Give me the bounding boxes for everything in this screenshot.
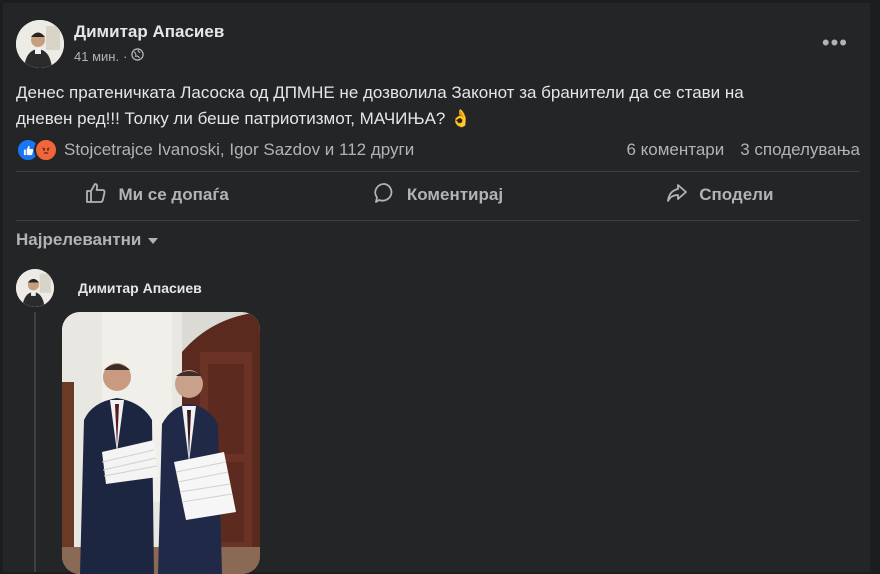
right-edge — [870, 0, 880, 572]
like-label: Ми се допаѓа — [118, 185, 229, 204]
share-label: Сподели — [699, 185, 774, 204]
share-button[interactable]: Сподели — [579, 172, 860, 218]
left-edge — [0, 0, 3, 572]
top-edge — [0, 0, 880, 3]
comment-photo[interactable] — [62, 312, 260, 574]
post-actions: Ми се допаѓа Коментирај Сподели — [16, 172, 860, 218]
comment-author-name[interactable]: Димитар Апасиев — [78, 280, 202, 296]
divider-bottom — [16, 220, 860, 221]
share-icon — [665, 181, 689, 210]
reply-thread-line — [34, 312, 36, 572]
post-text: Денес пратеничката Ласоска од ДПМНЕ не д… — [16, 80, 836, 132]
reaction-names[interactable]: Stojcetrajce Ivanoski, Igor Sazdov и 112… — [64, 140, 414, 160]
globe-icon — [131, 48, 145, 64]
chevron-down-icon — [147, 230, 159, 250]
comment-author-avatar[interactable] — [16, 269, 54, 307]
sort-label: Најрелевантни — [16, 230, 142, 249]
author-avatar[interactable] — [16, 20, 64, 68]
post-time[interactable]: 41 мин. — [74, 49, 119, 64]
thumbs-up-icon — [84, 181, 108, 210]
angry-reaction-icon — [34, 138, 58, 162]
comment-label: Коментирај — [406, 185, 504, 204]
post-author-name[interactable]: Димитар Апасиев — [74, 22, 224, 42]
post-card: Димитар Апасиев 41 мин. · ••• Денес прат… — [0, 0, 880, 574]
comment-button[interactable]: Коментирај — [297, 172, 578, 218]
reactions-summary[interactable]: Stojcetrajce Ivanoski, Igor Sazdov и 112… — [16, 138, 414, 162]
post-text-line2: дневен ред!!! Толку ли беше патриотизмот… — [16, 109, 446, 128]
post-meta: 41 мин. · — [74, 48, 145, 64]
comment-icon — [373, 181, 397, 210]
ok-hand-emoji: 👌 — [450, 109, 472, 128]
post-text-line1: Денес пратеничката Ласоска од ДПМНЕ не д… — [16, 83, 744, 102]
like-button[interactable]: Ми се допаѓа — [16, 172, 297, 218]
engagement-counts: 6 коментари 3 споделувања — [626, 140, 860, 160]
comment-sort-dropdown[interactable]: Најрелевантни — [16, 230, 159, 250]
meta-separator: · — [123, 48, 128, 64]
more-icon[interactable]: ••• — [822, 30, 848, 56]
comments-count[interactable]: 6 коментари — [626, 140, 724, 160]
shares-count[interactable]: 3 споделувања — [740, 140, 860, 160]
